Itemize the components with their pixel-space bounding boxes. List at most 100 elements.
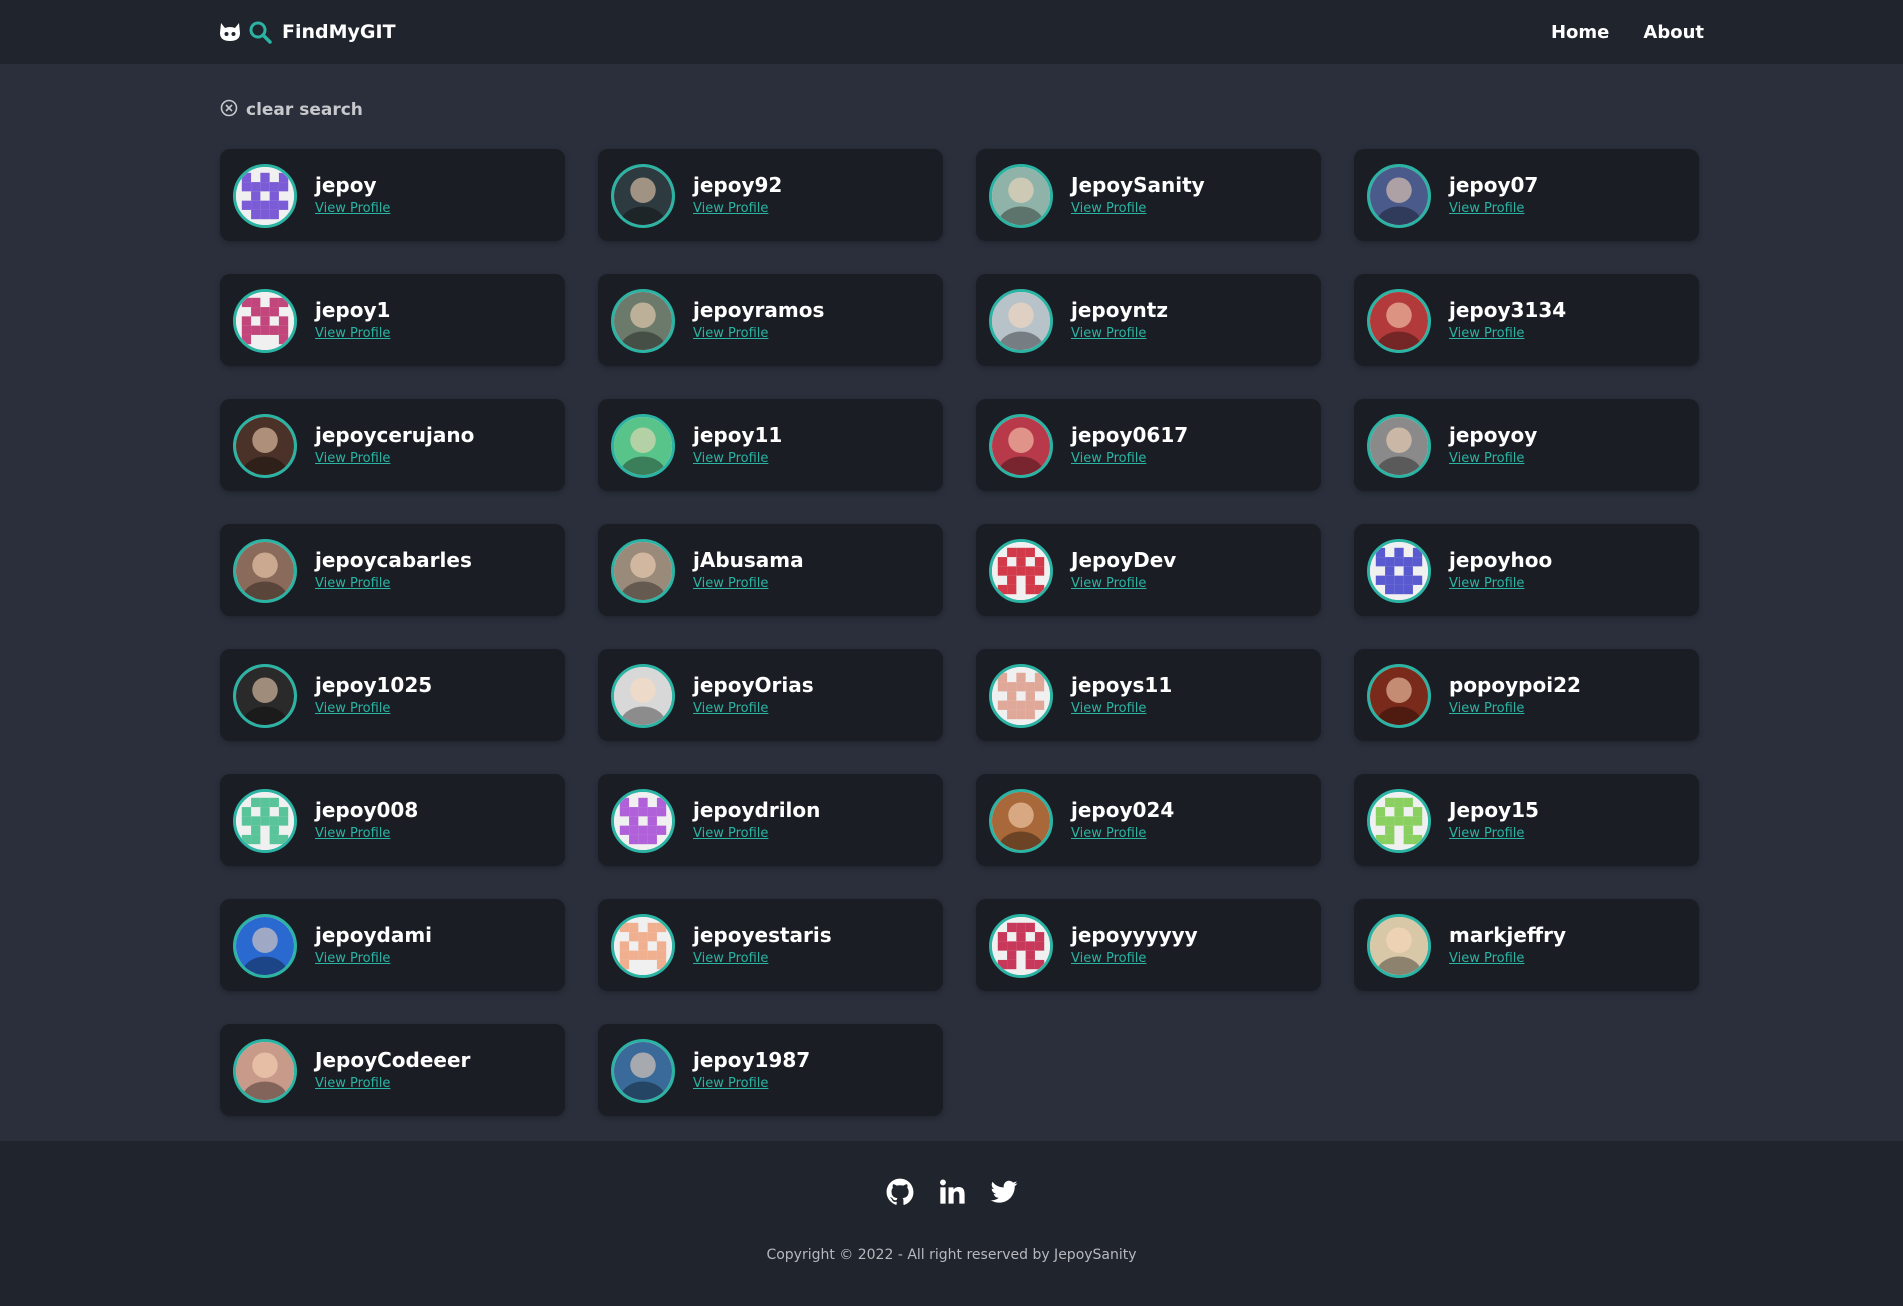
avatar: [233, 914, 297, 978]
github-icon[interactable]: [885, 1177, 915, 1207]
nav-home-link[interactable]: Home: [1551, 22, 1609, 43]
user-card[interactable]: jepoyOrias View Profile: [598, 649, 943, 741]
github-cat-icon: [218, 21, 242, 43]
linkedin-icon[interactable]: [937, 1177, 967, 1207]
username: JepoyCodeeer: [315, 1048, 471, 1072]
view-profile-link[interactable]: View Profile: [693, 1076, 768, 1091]
avatar: [1367, 539, 1431, 603]
user-card[interactable]: jepoydami View Profile: [220, 899, 565, 991]
username: jepoy11: [693, 423, 783, 447]
view-profile-link[interactable]: View Profile: [1071, 826, 1146, 841]
view-profile-link[interactable]: View Profile: [1449, 326, 1524, 341]
view-profile-link[interactable]: View Profile: [693, 951, 768, 966]
user-card[interactable]: jepoyntz View Profile: [976, 274, 1321, 366]
view-profile-link[interactable]: View Profile: [1071, 951, 1146, 966]
user-card[interactable]: jepoyoy View Profile: [1354, 399, 1699, 491]
user-card[interactable]: jepoy0617 View Profile: [976, 399, 1321, 491]
view-profile-link[interactable]: View Profile: [1071, 701, 1146, 716]
view-profile-link[interactable]: View Profile: [1071, 451, 1146, 466]
user-card[interactable]: jepoy07 View Profile: [1354, 149, 1699, 241]
avatar: [233, 1039, 297, 1103]
twitter-icon[interactable]: [989, 1177, 1019, 1207]
user-card[interactable]: jepoy1 View Profile: [220, 274, 565, 366]
view-profile-link[interactable]: View Profile: [1071, 576, 1146, 591]
user-card[interactable]: jepoycabarles View Profile: [220, 524, 565, 616]
username: markjeffry: [1449, 923, 1567, 947]
navbar: FindMyGIT Home About: [0, 0, 1903, 64]
view-profile-link[interactable]: View Profile: [693, 576, 768, 591]
view-profile-link[interactable]: View Profile: [1449, 576, 1524, 591]
user-card[interactable]: jepoyyyyyy View Profile: [976, 899, 1321, 991]
user-card[interactable]: jepoyestaris View Profile: [598, 899, 943, 991]
user-card[interactable]: jAbusama View Profile: [598, 524, 943, 616]
user-card[interactable]: jepoy3134 View Profile: [1354, 274, 1699, 366]
user-card[interactable]: jepoyramos View Profile: [598, 274, 943, 366]
view-profile-link[interactable]: View Profile: [315, 951, 390, 966]
user-card[interactable]: markjeffry View Profile: [1354, 899, 1699, 991]
view-profile-link[interactable]: View Profile: [693, 201, 768, 216]
user-card[interactable]: jepoy1025 View Profile: [220, 649, 565, 741]
username: JepoySanity: [1071, 173, 1205, 197]
view-profile-link[interactable]: View Profile: [1449, 826, 1524, 841]
view-profile-link[interactable]: View Profile: [315, 701, 390, 716]
username: jepoy1987: [693, 1048, 811, 1072]
view-profile-link[interactable]: View Profile: [315, 576, 390, 591]
avatar: [233, 289, 297, 353]
user-card[interactable]: jepoy View Profile: [220, 149, 565, 241]
user-card[interactable]: popoypoi22 View Profile: [1354, 649, 1699, 741]
view-profile-link[interactable]: View Profile: [1449, 951, 1524, 966]
avatar: [233, 539, 297, 603]
view-profile-link[interactable]: View Profile: [693, 451, 768, 466]
avatar: [233, 164, 297, 228]
user-card[interactable]: jepoys11 View Profile: [976, 649, 1321, 741]
view-profile-link[interactable]: View Profile: [1071, 326, 1146, 341]
user-card[interactable]: jepoy008 View Profile: [220, 774, 565, 866]
avatar: [989, 914, 1053, 978]
view-profile-link[interactable]: View Profile: [1449, 451, 1524, 466]
username: jepoy008: [315, 798, 419, 822]
brand[interactable]: FindMyGIT: [218, 0, 396, 64]
view-profile-link[interactable]: View Profile: [315, 1076, 390, 1091]
user-card[interactable]: jepoycerujano View Profile: [220, 399, 565, 491]
username: jepoy0617: [1071, 423, 1189, 447]
avatar: [989, 289, 1053, 353]
username: popoypoi22: [1449, 673, 1581, 697]
view-profile-link[interactable]: View Profile: [315, 326, 390, 341]
user-card[interactable]: JepoyDev View Profile: [976, 524, 1321, 616]
view-profile-link[interactable]: View Profile: [315, 451, 390, 466]
view-profile-link[interactable]: View Profile: [1449, 701, 1524, 716]
username: jepoycabarles: [315, 548, 472, 572]
username: jepoy1025: [315, 673, 433, 697]
view-profile-link[interactable]: View Profile: [1071, 201, 1146, 216]
avatar: [611, 914, 675, 978]
user-card[interactable]: jepoy024 View Profile: [976, 774, 1321, 866]
username: jAbusama: [693, 548, 804, 572]
view-profile-link[interactable]: View Profile: [1449, 201, 1524, 216]
user-card[interactable]: Jepoy15 View Profile: [1354, 774, 1699, 866]
user-card[interactable]: jepoydrilon View Profile: [598, 774, 943, 866]
username: jepoy1: [315, 298, 391, 322]
nav-about-link[interactable]: About: [1643, 22, 1704, 43]
user-card[interactable]: jepoy1987 View Profile: [598, 1024, 943, 1116]
user-card[interactable]: jepoy11 View Profile: [598, 399, 943, 491]
view-profile-link[interactable]: View Profile: [693, 326, 768, 341]
username: jepoyramos: [693, 298, 825, 322]
user-card[interactable]: JepoyCodeeer View Profile: [220, 1024, 565, 1116]
avatar: [233, 414, 297, 478]
user-card[interactable]: jepoy92 View Profile: [598, 149, 943, 241]
user-card[interactable]: JepoySanity View Profile: [976, 149, 1321, 241]
username: jepoy07: [1449, 173, 1539, 197]
avatar: [1367, 664, 1431, 728]
avatar: [1367, 164, 1431, 228]
view-profile-link[interactable]: View Profile: [315, 201, 390, 216]
view-profile-link[interactable]: View Profile: [693, 826, 768, 841]
avatar: [611, 1039, 675, 1103]
avatar: [989, 539, 1053, 603]
view-profile-link[interactable]: View Profile: [693, 701, 768, 716]
username: jepoyOrias: [693, 673, 814, 697]
user-card[interactable]: jepoyhoo View Profile: [1354, 524, 1699, 616]
view-profile-link[interactable]: View Profile: [315, 826, 390, 841]
clear-search-button[interactable]: clear search: [220, 98, 363, 122]
username: JepoyDev: [1071, 548, 1177, 572]
avatar: [611, 414, 675, 478]
